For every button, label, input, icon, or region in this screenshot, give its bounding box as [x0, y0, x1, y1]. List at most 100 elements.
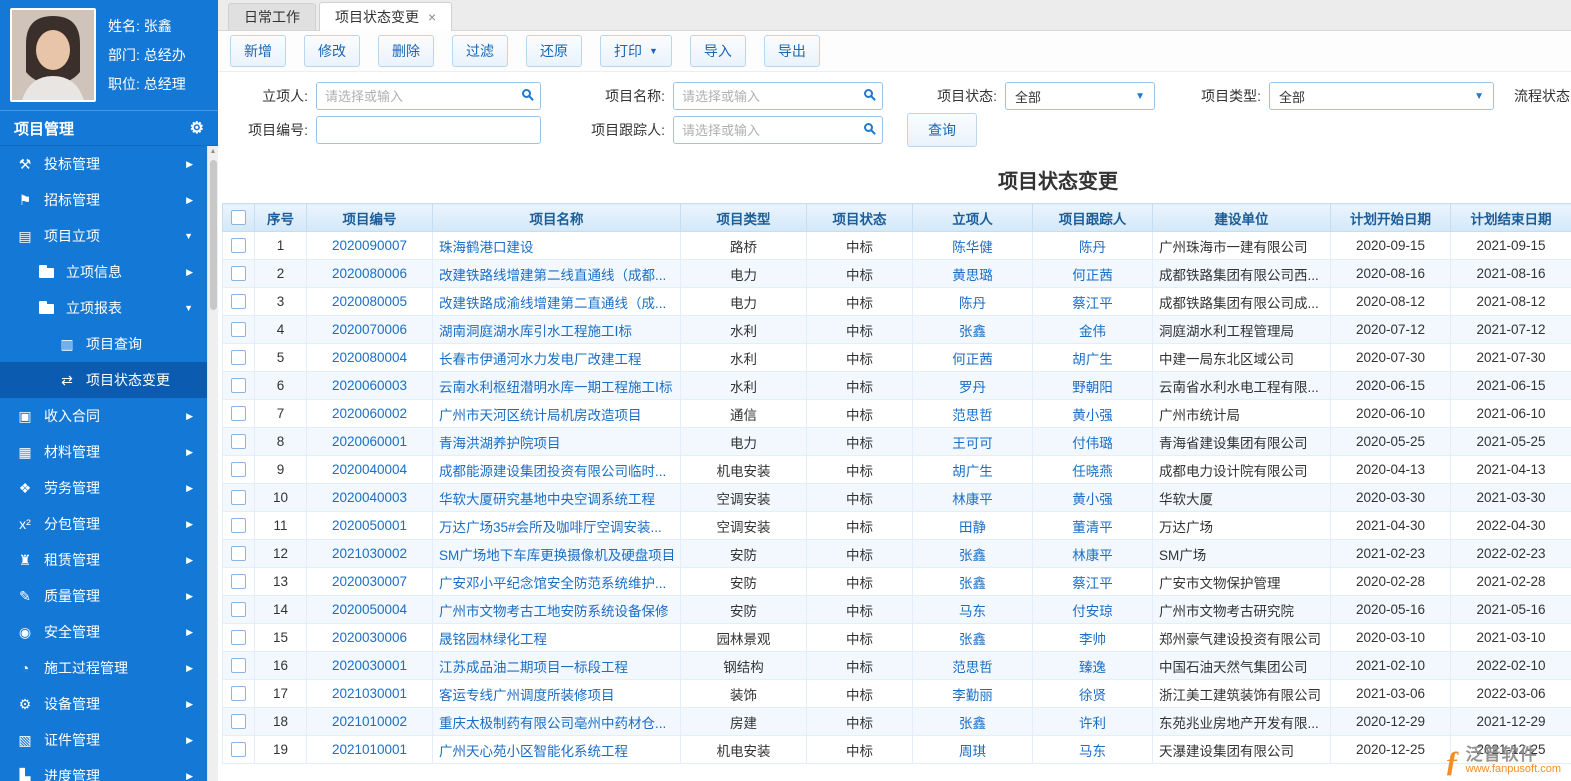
cell-initiator[interactable]: 黄思璐 [912, 259, 1033, 288]
cell-code[interactable]: 2020090007 [306, 231, 433, 260]
export-button[interactable]: 导出 [763, 35, 820, 67]
cell-tracker[interactable]: 马东 [1032, 735, 1153, 764]
row-checkbox[interactable] [231, 462, 246, 477]
row-checkbox[interactable] [231, 518, 246, 533]
cell-name[interactable]: 成都能源建设集团投资有限公司临时... [432, 455, 681, 484]
cell-initiator[interactable]: 田静 [912, 511, 1033, 540]
cell-initiator[interactable]: 张鑫 [912, 539, 1033, 568]
cell-code[interactable]: 2021010002 [306, 707, 433, 736]
cell-name[interactable]: 客运专线广州调度所装修项目 [432, 679, 681, 708]
project-code-input[interactable] [316, 116, 541, 144]
cell-tracker[interactable]: 徐贤 [1032, 679, 1153, 708]
cell-code[interactable]: 2020050004 [306, 595, 433, 624]
cell-code[interactable]: 2020080006 [306, 259, 433, 288]
tab-project-status-change[interactable]: 项目状态变更 × [319, 2, 453, 31]
cell-initiator[interactable]: 范思哲 [912, 399, 1033, 428]
scroll-up-icon[interactable]: ▲ [208, 146, 218, 158]
tab-daily-work[interactable]: 日常工作 [228, 3, 316, 30]
cell-code[interactable]: 2020030007 [306, 567, 433, 596]
row-checkbox[interactable] [231, 546, 246, 561]
cell-code[interactable]: 2020050001 [306, 511, 433, 540]
cell-name[interactable]: 珠海鹤港口建设 [432, 231, 681, 260]
sidebar-item-project-initiation[interactable]: ▤ 项目立项 ▼ [0, 218, 207, 254]
sidebar-item-labor-management[interactable]: ❖ 劳务管理 ▶ [0, 470, 207, 506]
sidebar-item-safety-management[interactable]: ◉ 安全管理 ▶ [0, 614, 207, 650]
cell-tracker[interactable]: 林康平 [1032, 539, 1153, 568]
row-checkbox[interactable] [231, 490, 246, 505]
cell-name[interactable]: 江苏成品油二期项目一标段工程 [432, 651, 681, 680]
search-icon[interactable] [864, 123, 873, 132]
row-checkbox[interactable] [231, 238, 246, 253]
project-status-select[interactable]: 全部 ▼ [1005, 82, 1155, 110]
sidebar-item-equipment-management[interactable]: ⚙ 设备管理 ▶ [0, 686, 207, 722]
search-icon[interactable] [522, 89, 531, 98]
sidebar-item-income-contract[interactable]: ▣ 收入合同 ▶ [0, 398, 207, 434]
restore-button[interactable]: 还原 [526, 35, 582, 67]
initiator-input[interactable] [316, 82, 541, 110]
row-checkbox[interactable] [231, 294, 246, 309]
cell-name[interactable]: 湖南洞庭湖水库引水工程施工Ⅰ标 [432, 315, 681, 344]
cell-tracker[interactable]: 蔡江平 [1032, 567, 1153, 596]
project-type-select[interactable]: 全部 ▼ [1269, 82, 1494, 110]
cell-initiator[interactable]: 何正茜 [912, 343, 1033, 372]
cell-name[interactable]: 广州市文物考古工地安防系统设备保修 [432, 595, 681, 624]
delete-button[interactable]: 删除 [378, 35, 434, 67]
cell-tracker[interactable]: 董清平 [1032, 511, 1153, 540]
scrollbar-thumb[interactable] [209, 160, 217, 310]
cell-initiator[interactable]: 马东 [912, 595, 1033, 624]
project-name-input[interactable] [673, 82, 883, 110]
import-button[interactable]: 导入 [689, 35, 746, 67]
select-all-checkbox[interactable] [231, 210, 246, 225]
cell-name[interactable]: 广安邓小平纪念馆安全防范系统维护... [432, 567, 681, 596]
cell-code[interactable]: 2020060001 [306, 427, 433, 456]
cell-initiator[interactable]: 周琪 [912, 735, 1033, 764]
row-checkbox[interactable] [231, 602, 246, 617]
search-button[interactable]: 查询 [907, 113, 977, 147]
cell-code[interactable]: 2021010001 [306, 735, 433, 764]
row-checkbox[interactable] [231, 322, 246, 337]
cell-name[interactable]: 万达广场35#会所及咖啡厅空调安装... [432, 511, 681, 540]
cell-name[interactable]: 华软大厦研究基地中央空调系统工程 [432, 483, 681, 512]
filter-button[interactable]: 过滤 [452, 35, 508, 67]
sidebar-item-initiation-report[interactable]: 立项报表 ▼ [0, 290, 207, 326]
sidebar-item-lease-management[interactable]: ♜ 租赁管理 ▶ [0, 542, 207, 578]
cell-code[interactable]: 2020060002 [306, 399, 433, 428]
sidebar-item-bid-management[interactable]: ⚒ 投标管理 ▶ [0, 146, 207, 182]
cell-tracker[interactable]: 黄小强 [1032, 483, 1153, 512]
cell-initiator[interactable]: 范思哲 [912, 651, 1033, 680]
row-checkbox[interactable] [231, 434, 246, 449]
tracker-input[interactable] [673, 116, 883, 144]
cell-initiator[interactable]: 王可可 [912, 427, 1033, 456]
cell-initiator[interactable]: 张鑫 [912, 623, 1033, 652]
cell-tracker[interactable]: 任晓燕 [1032, 455, 1153, 484]
cell-code[interactable]: 2020080004 [306, 343, 433, 372]
cell-name[interactable]: 广州市天河区统计局机房改造项目 [432, 399, 681, 428]
cell-initiator[interactable]: 李勤丽 [912, 679, 1033, 708]
cell-name[interactable]: 广州天心苑小区智能化系统工程 [432, 735, 681, 764]
row-checkbox[interactable] [231, 266, 246, 281]
cell-initiator[interactable]: 罗丹 [912, 371, 1033, 400]
cell-tracker[interactable]: 付伟璐 [1032, 427, 1153, 456]
sidebar-item-progress-management[interactable]: ▙ 进度管理 ▶ [0, 758, 207, 781]
sidebar-item-project-query[interactable]: ▥ 项目查询 [0, 326, 207, 362]
cell-code[interactable]: 2020040004 [306, 455, 433, 484]
print-button[interactable]: 打印 ▼ [600, 35, 672, 67]
cell-tracker[interactable]: 付安琼 [1032, 595, 1153, 624]
cell-code[interactable]: 2020030006 [306, 623, 433, 652]
cell-initiator[interactable]: 张鑫 [912, 707, 1033, 736]
cell-name[interactable]: 改建铁路成渝线增建第二直通线（成... [432, 287, 681, 316]
row-checkbox[interactable] [231, 686, 246, 701]
sidebar-scrollbar[interactable]: ▲ [207, 146, 218, 781]
cell-tracker[interactable]: 金伟 [1032, 315, 1153, 344]
cell-tracker[interactable]: 许利 [1032, 707, 1153, 736]
add-button[interactable]: 新增 [230, 35, 286, 67]
gear-icon[interactable]: ⚙ [190, 118, 204, 138]
cell-code[interactable]: 2020060003 [306, 371, 433, 400]
cell-code[interactable]: 2020080005 [306, 287, 433, 316]
cell-tracker[interactable]: 陈丹 [1032, 231, 1153, 260]
cell-name[interactable]: 青海洪湖养护院项目 [432, 427, 681, 456]
row-checkbox[interactable] [231, 350, 246, 365]
search-icon[interactable] [864, 89, 873, 98]
row-checkbox[interactable] [231, 574, 246, 589]
cell-tracker[interactable]: 何正茜 [1032, 259, 1153, 288]
